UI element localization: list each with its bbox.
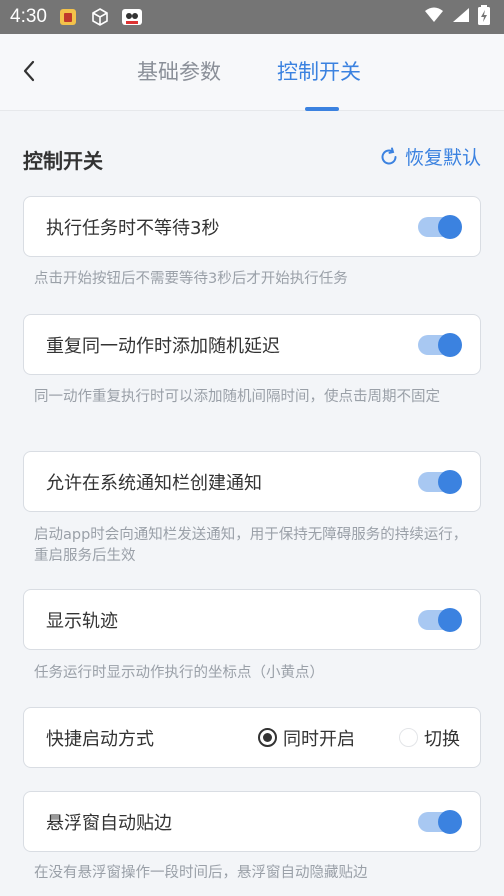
- tab-control-switches[interactable]: 控制开关: [277, 56, 361, 86]
- setting-random-delay: 重复同一动作时添加随机延迟: [23, 314, 481, 375]
- float-edge-toggle[interactable]: [418, 809, 462, 834]
- tab-basic-params[interactable]: 基础参数: [137, 56, 221, 86]
- setting-label: 悬浮窗自动贴边: [46, 812, 172, 834]
- random-delay-toggle[interactable]: [418, 332, 462, 357]
- settings-content[interactable]: 控制开关 恢复默认 执行任务时不等待3秒 点击开始按钮后不需要等待3秒后才开始执…: [0, 111, 504, 896]
- setting-label: 允许在系统通知栏创建通知: [46, 472, 262, 494]
- show-trail-toggle[interactable]: [418, 607, 462, 632]
- setting-label: 重复同一动作时添加随机延迟: [46, 335, 280, 357]
- status-bar: 4:30: [0, 0, 504, 34]
- radio-label: 同时开启: [283, 728, 355, 750]
- refresh-icon: [381, 147, 397, 164]
- chevron-left-icon: [23, 60, 35, 82]
- radio-option-switch[interactable]: 切换: [399, 725, 460, 751]
- setting-description: 点击开始按钮后不需要等待3秒后才开始执行任务: [34, 271, 348, 287]
- setting-description: 同一动作重复执行时可以添加随机间隔时间，使点击周期不固定: [34, 389, 440, 405]
- section-title: 控制开关: [23, 149, 103, 173]
- radio-unselected: [399, 728, 418, 747]
- toggle-knob: [438, 469, 462, 494]
- setting-quick-start: 快捷启动方式 同时开启 切换: [23, 707, 481, 768]
- setting-label: 快捷启动方式: [46, 728, 154, 750]
- notification-toggle[interactable]: [418, 469, 462, 494]
- status-time: 4:30: [10, 6, 47, 27]
- back-button[interactable]: [14, 56, 44, 86]
- toggle-knob: [438, 332, 462, 357]
- status-right-icons: [424, 5, 490, 29]
- toggle-knob: [438, 607, 462, 632]
- toggle-knob: [438, 214, 462, 239]
- quick-start-radio-group: 同时开启 切换: [258, 725, 460, 751]
- setting-no-wait-3s: 执行任务时不等待3秒: [23, 196, 481, 257]
- radio-option-simultaneous[interactable]: 同时开启: [258, 725, 355, 751]
- no-wait-toggle[interactable]: [418, 214, 462, 239]
- setting-show-trail: 显示轨迹: [23, 589, 481, 650]
- setting-notification: 允许在系统通知栏创建通知: [23, 451, 481, 512]
- toggle-knob: [438, 809, 462, 834]
- setting-description: 在没有悬浮窗操作一段时间后，悬浮窗自动隐藏贴边: [34, 865, 368, 881]
- radio-selected: [258, 728, 277, 747]
- setting-description: 任务运行时显示动作执行的坐标点（小黄点）: [34, 665, 324, 681]
- cube-icon: [89, 6, 111, 28]
- setting-label: 显示轨迹: [46, 610, 118, 632]
- reset-defaults-label: 恢复默认: [404, 147, 481, 169]
- setting-float-edge: 悬浮窗自动贴边: [23, 791, 481, 852]
- reset-defaults-button[interactable]: 恢复默认: [379, 143, 481, 170]
- signal-icon: [452, 7, 470, 27]
- header: 基础参数 控制开关: [0, 34, 504, 111]
- app-badge-icon: [121, 6, 143, 28]
- wifi-icon: [424, 7, 444, 27]
- setting-description: 启动app时会向通知栏发送通知，用于保持无障碍服务的持续运行，重启服务后生效: [34, 527, 468, 564]
- app-notification-icon: [57, 6, 79, 28]
- radio-label: 切换: [424, 728, 460, 750]
- battery-icon: [478, 5, 490, 29]
- setting-label: 执行任务时不等待3秒: [46, 217, 220, 239]
